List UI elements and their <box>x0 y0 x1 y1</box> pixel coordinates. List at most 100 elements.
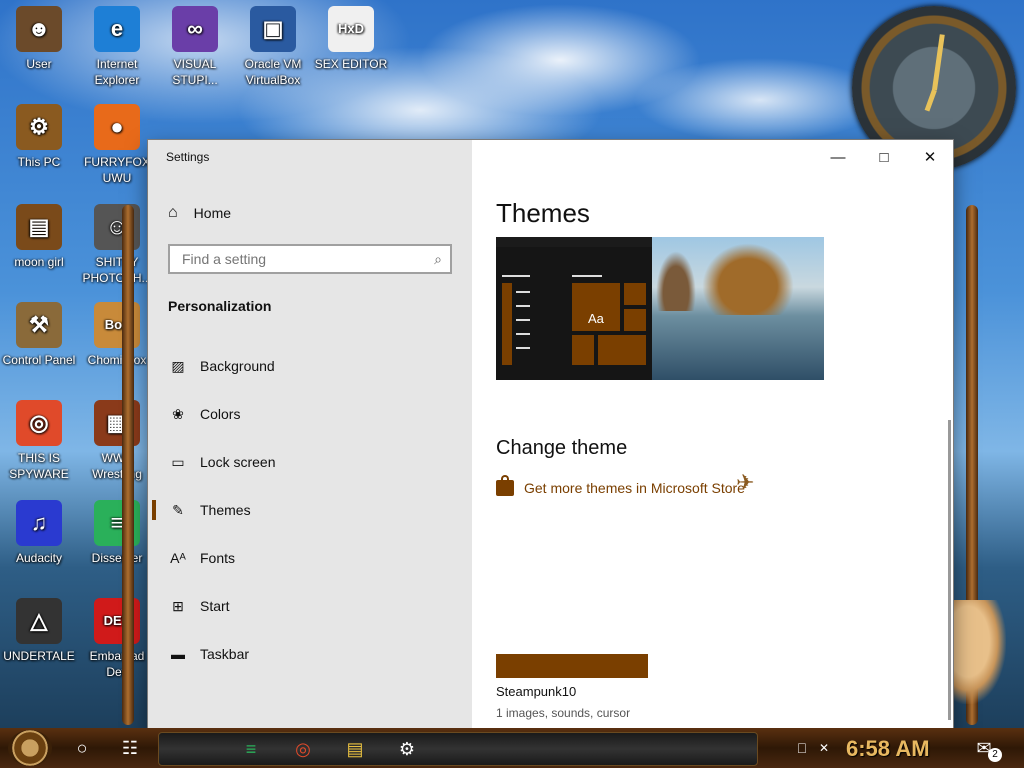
desktop-icon-label: SEX EDITOR <box>314 57 388 71</box>
desktop-icon-label: THIS IS SPYWARE <box>9 451 69 481</box>
desktop-app-icon: ◎ <box>16 400 62 446</box>
nav-item-background[interactable]: ▨ Background <box>148 346 472 386</box>
notification-count: 2 <box>988 748 1002 762</box>
desktop-icon[interactable]: ● FURRYFOX UWU <box>78 104 156 186</box>
nav-item-taskbar[interactable]: ▬ Taskbar <box>148 634 472 674</box>
preview-tile <box>502 283 512 365</box>
desktop-icon[interactable]: △ UNDERTALE <box>0 598 78 664</box>
colors-icon: ❀ <box>172 405 184 422</box>
task-view-button[interactable]: ☷ <box>110 732 150 764</box>
preview-tile <box>624 283 646 305</box>
desktop-icon[interactable]: ∞ VISUAL STUPI... <box>156 6 234 88</box>
desktop-icon[interactable]: ◎ THIS IS SPYWARE <box>0 400 78 482</box>
nav-item-label: Fonts <box>200 550 236 566</box>
desktop-icon[interactable]: ⚒ Control Panel <box>0 302 78 368</box>
settings-nav-pane: Settings ⌂ Home ⌕ Personalization ▨ Backg… <box>148 140 472 728</box>
taskbar-app-button[interactable]: ≡ <box>231 733 271 765</box>
store-link-label: Get more themes in Microsoft Store <box>524 480 745 496</box>
desktop-icon[interactable]: Box Chomi Box <box>78 302 156 368</box>
desktop-icon-label: VISUAL STUPI... <box>172 57 218 87</box>
window-title: Settings <box>166 150 210 164</box>
cursor-icon: ✈ <box>736 470 755 495</box>
task-view-icon: ☷ <box>121 737 139 758</box>
desktop-icon[interactable]: HxD SEX EDITOR <box>312 6 390 72</box>
search-icon[interactable]: ⌕ <box>434 251 442 268</box>
desktop-icon-label: User <box>26 57 52 71</box>
nav-item-label: Start <box>200 598 230 614</box>
preview-bar <box>516 305 530 307</box>
desktop-icon-label: Audacity <box>15 551 63 565</box>
settings-icon: ⚙ <box>398 738 416 759</box>
home-link[interactable]: ⌂ Home <box>168 204 231 222</box>
theme-details: 1 images, sounds, cursor <box>496 706 631 720</box>
desktop-icon[interactable]: DEV Embarcad Dev <box>78 598 156 680</box>
desktop-icon-label: This PC <box>17 155 61 169</box>
search-box[interactable]: ⌕ <box>168 244 452 274</box>
nav-item-lock-screen[interactable]: ▭ Lock screen <box>148 442 472 482</box>
nav-item-start[interactable]: ⊞ Start <box>148 586 472 626</box>
clock-time[interactable]: 6:58 AM <box>846 736 930 762</box>
nav-item-colors[interactable]: ❀ Colors <box>148 394 472 434</box>
desktop-icon[interactable]: ☺ SHITTY PHOTOSH... <box>78 204 156 286</box>
desktop-icon[interactable]: ▦ WWE Wrestling <box>78 400 156 482</box>
nav-item-themes[interactable]: ✎ Themes <box>148 490 472 530</box>
search-button[interactable]: ○ <box>62 732 102 764</box>
search-input[interactable] <box>180 250 424 268</box>
volume-button[interactable]: ✕ <box>804 732 844 764</box>
desktop-icon[interactable]: ▤ moon girl <box>0 204 78 270</box>
start-button[interactable] <box>8 730 52 766</box>
taskbar-app-button[interactable]: ◎ <box>283 733 323 765</box>
desktop-icon-label: WWE Wrestling <box>92 451 142 481</box>
change-theme-heading: Change theme <box>496 437 628 459</box>
lock-screen-icon: ▭ <box>171 453 185 470</box>
desktop-icon-label: Embarcad Dev <box>89 649 145 679</box>
taskbar-app-button[interactable]: ⚙ <box>387 733 427 765</box>
nav-item-label: Themes <box>200 502 251 518</box>
content-scrollbar[interactable] <box>948 420 951 720</box>
preview-tile <box>572 335 594 365</box>
preview-bar <box>502 275 530 277</box>
desktop-icon[interactable]: ☻ User <box>0 6 78 72</box>
maximize-button[interactable]: □ <box>861 140 907 174</box>
desktop-icon[interactable]: ▣ Oracle VM VirtualBox <box>234 6 312 88</box>
desktop-icon[interactable]: ⚙ This PC <box>0 104 78 170</box>
desktop-app-icon: ☻ <box>16 6 62 52</box>
preview-rock <box>656 251 696 311</box>
taskbar-apps-area: ≡ ◎ ▤ ⚙ <box>158 732 758 766</box>
desktop-app-icon: ▣ <box>250 6 296 52</box>
nav-item-label: Taskbar <box>200 646 250 662</box>
cortana-icon: ○ <box>76 737 88 758</box>
clock-hour-hand <box>932 34 945 91</box>
desktop-app-icon: ♫ <box>16 500 62 546</box>
theme-name[interactable]: Steampunk10 <box>496 684 576 699</box>
home-label: Home <box>193 205 232 221</box>
nav-item-label: Colors <box>200 406 241 422</box>
store-icon <box>496 475 514 496</box>
desktop-app-icon: ⚒ <box>16 302 62 348</box>
nav-item-fonts[interactable]: Aᴬ Fonts <box>148 538 472 578</box>
close-button[interactable]: ✕ <box>907 140 953 174</box>
desktop-icon-label: FURRYFOX UWU <box>84 155 150 185</box>
section-title: Personalization <box>168 298 272 314</box>
preview-bar <box>516 347 530 349</box>
file-explorer-icon: ▤ <box>346 738 364 759</box>
themes-icon: ✎ <box>172 501 184 518</box>
volume-muted-icon: ✕ <box>818 741 830 755</box>
microsoft-store-link[interactable]: Get more themes in Microsoft Store <box>496 475 745 496</box>
desktop-icon-label: Chomi Box <box>87 353 147 367</box>
desktop-app-icon: e <box>94 6 140 52</box>
desktop-icon[interactable]: ♫ Audacity <box>0 500 78 566</box>
desktop-icon[interactable]: e Internet Explorer <box>78 6 156 88</box>
fonts-icon: Aᴬ <box>170 550 186 566</box>
theme-swatch[interactable] <box>496 654 648 678</box>
action-center-button[interactable]: ✉ 2 <box>964 732 1004 764</box>
preview-bar <box>516 319 530 321</box>
desktop-icon-label: Oracle VM VirtualBox <box>244 57 302 87</box>
close-icon: ✕ <box>923 149 937 166</box>
taskbar-app-button[interactable]: ▤ <box>335 733 375 765</box>
minimize-button[interactable]: — <box>815 140 861 174</box>
desktop-icon-label: SHITTY PHOTOSH... <box>82 255 152 285</box>
desktop-icon[interactable]: ≡ Dissenter <box>78 500 156 566</box>
pipe-decoration-left <box>122 205 134 725</box>
desktop-app-icon: ● <box>94 104 140 150</box>
